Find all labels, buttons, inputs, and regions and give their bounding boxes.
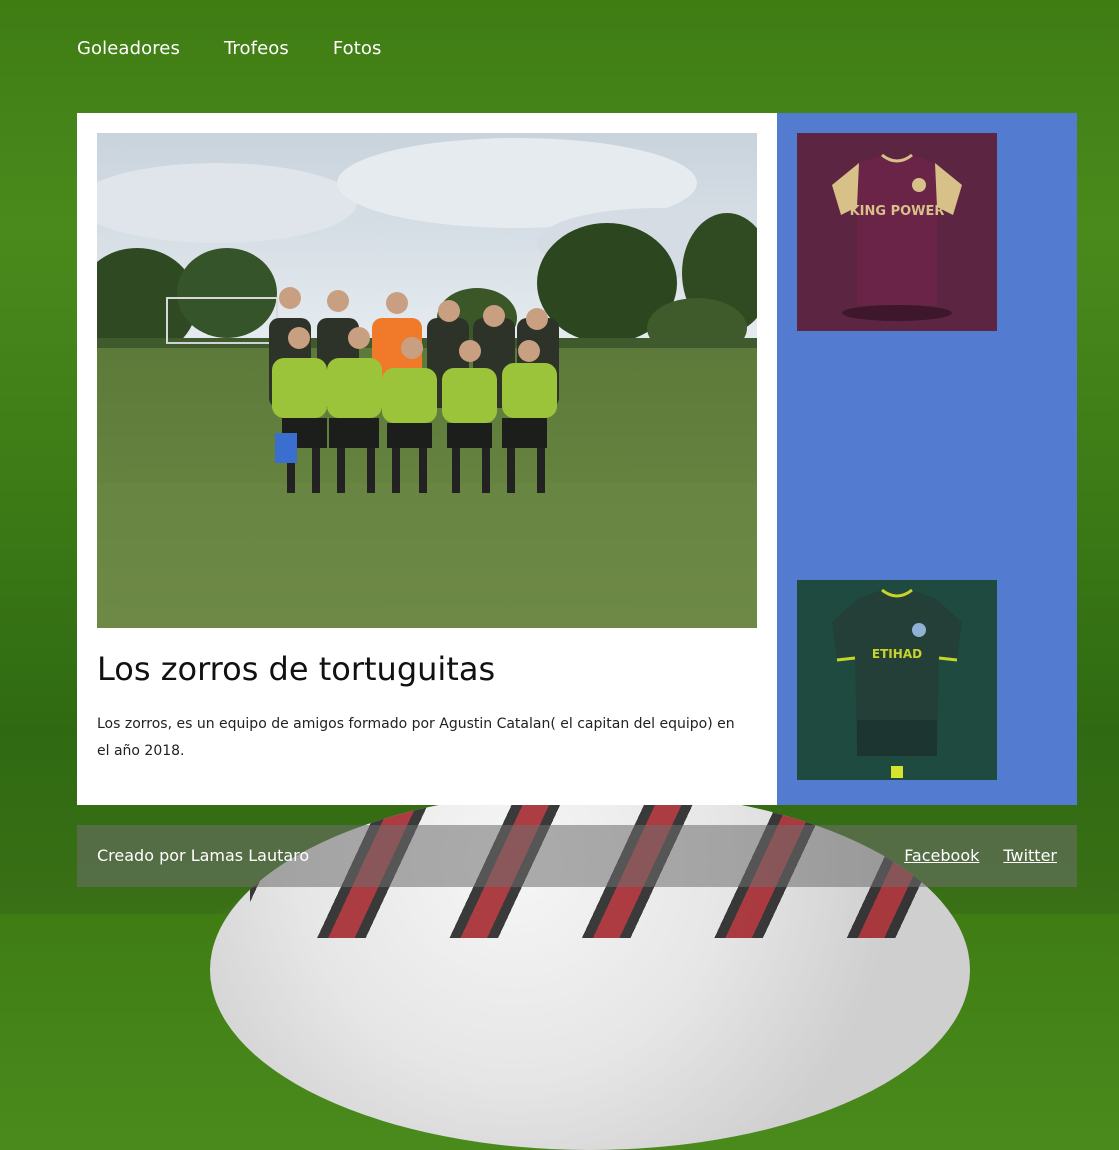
top-nav: Goleadores Trofeos Fotos [77,38,382,59]
nav-item-goleadores[interactable]: Goleadores [77,38,180,59]
sidebar: KING POWER ETIHAD [777,113,1077,805]
jersey-image-leicester: KING POWER [797,133,997,331]
twitter-link[interactable]: Twitter [1003,846,1057,865]
jersey-sponsor-text: KING POWER [850,204,945,219]
facebook-link[interactable]: Facebook [904,846,979,865]
jersey-sponsor-text: ETIHAD [872,647,922,661]
nav-item-fotos[interactable]: Fotos [333,38,382,59]
nav-item-trofeos[interactable]: Trofeos [224,38,289,59]
jersey-image-manchester-city: ETIHAD [797,580,997,780]
team-photo [97,133,757,628]
footer: Creado por Lamas Lautaro Facebook Twitte… [77,825,1077,887]
footer-credit: Creado por Lamas Lautaro [97,846,310,865]
page-title: Los zorros de tortuguitas [97,650,496,688]
team-description: Los zorros, es un equipo de amigos forma… [97,716,735,759]
social-links: Facebook Twitter [904,846,1057,865]
main-content: Los zorros de tortuguitas Los zorros, es… [77,113,777,805]
